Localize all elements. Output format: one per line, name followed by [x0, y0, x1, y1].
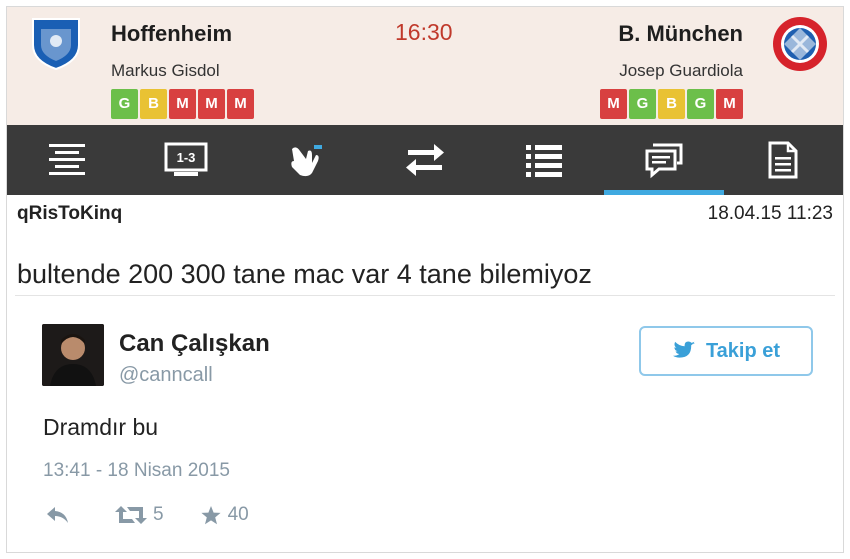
favorite-count: 40: [227, 504, 249, 525]
form-badge: B: [140, 89, 167, 119]
tab-transfers[interactable]: [365, 125, 484, 195]
form-badge: M: [716, 89, 743, 119]
tweet-author-name[interactable]: Can Çalışkan: [119, 330, 270, 358]
form-badge: G: [111, 89, 138, 119]
form-badge: G: [687, 89, 714, 119]
comments-icon: [645, 143, 683, 179]
comment-text: bultende 200 300 tane mac var 4 tane bil…: [17, 259, 592, 289]
reply-button[interactable]: [45, 505, 71, 525]
list-icon: [526, 145, 563, 177]
match-header: Hoffenheim Markus Gisdol G B M M M 16:30…: [7, 7, 843, 125]
tab-stats[interactable]: [485, 125, 604, 195]
favorite-button[interactable]: 40: [200, 504, 249, 526]
star-icon: [200, 505, 221, 524]
tab-comments[interactable]: [604, 125, 724, 195]
swap-arrows-icon: [405, 144, 444, 176]
comment-timestamp: 18.04.15 11:23: [707, 203, 833, 224]
form-badge: M: [227, 89, 254, 119]
retweet-count: 5: [153, 504, 164, 525]
form-badge: M: [600, 89, 627, 119]
tab-summary[interactable]: [7, 125, 126, 195]
tweet-text: Dramdır bu: [43, 414, 159, 440]
document-icon: [768, 141, 798, 179]
retweet-button[interactable]: 5: [115, 504, 164, 526]
twitter-bird-icon: [672, 341, 695, 358]
form-badge: G: [629, 89, 656, 119]
tweet-author-handle[interactable]: @canncall: [119, 364, 213, 387]
away-team-name[interactable]: B. München: [618, 21, 743, 47]
avatar[interactable]: [42, 324, 104, 386]
tweet-actions: 5 40: [45, 504, 249, 526]
hoffenheim-crest-icon: [32, 18, 80, 71]
retweet-icon: [115, 506, 147, 524]
home-team-name[interactable]: Hoffenheim: [111, 21, 232, 47]
form-badge: B: [658, 89, 685, 119]
form-badge: M: [198, 89, 225, 119]
follow-button-label: Takip et: [705, 339, 781, 362]
comment-username[interactable]: qRisToKinq: [17, 203, 122, 225]
bayern-crest-icon: [773, 17, 827, 71]
tab-report[interactable]: [724, 125, 843, 195]
tab-scoreboard[interactable]: 1-3: [126, 125, 245, 195]
scoreboard-icon: 1-3: [164, 142, 208, 176]
away-form: M G B G M: [600, 89, 743, 119]
form-badge: M: [169, 89, 196, 119]
align-center-icon: [48, 144, 85, 175]
home-form: G B M M M: [111, 89, 254, 119]
embedded-tweet: Can Çalışkan @canncall Takip et Dramdır …: [15, 295, 835, 547]
app-frame: Hoffenheim Markus Gisdol G B M M M 16:30…: [6, 6, 844, 553]
reply-icon: [47, 507, 68, 523]
away-coach-name: Josep Guardiola: [619, 61, 743, 80]
tab-bar: 1-3: [7, 125, 843, 195]
follow-button[interactable]: Takip et: [639, 326, 813, 376]
match-time: 16:30: [395, 19, 453, 45]
tab-lineups[interactable]: [246, 125, 365, 195]
home-coach-name: Markus Gisdol: [111, 61, 220, 80]
hand-icon: [290, 145, 322, 177]
tweet-timestamp[interactable]: 13:41 - 18 Nisan 2015: [43, 460, 230, 482]
avatar-image: [42, 324, 104, 386]
svg-text:1-3: 1-3: [177, 150, 196, 165]
